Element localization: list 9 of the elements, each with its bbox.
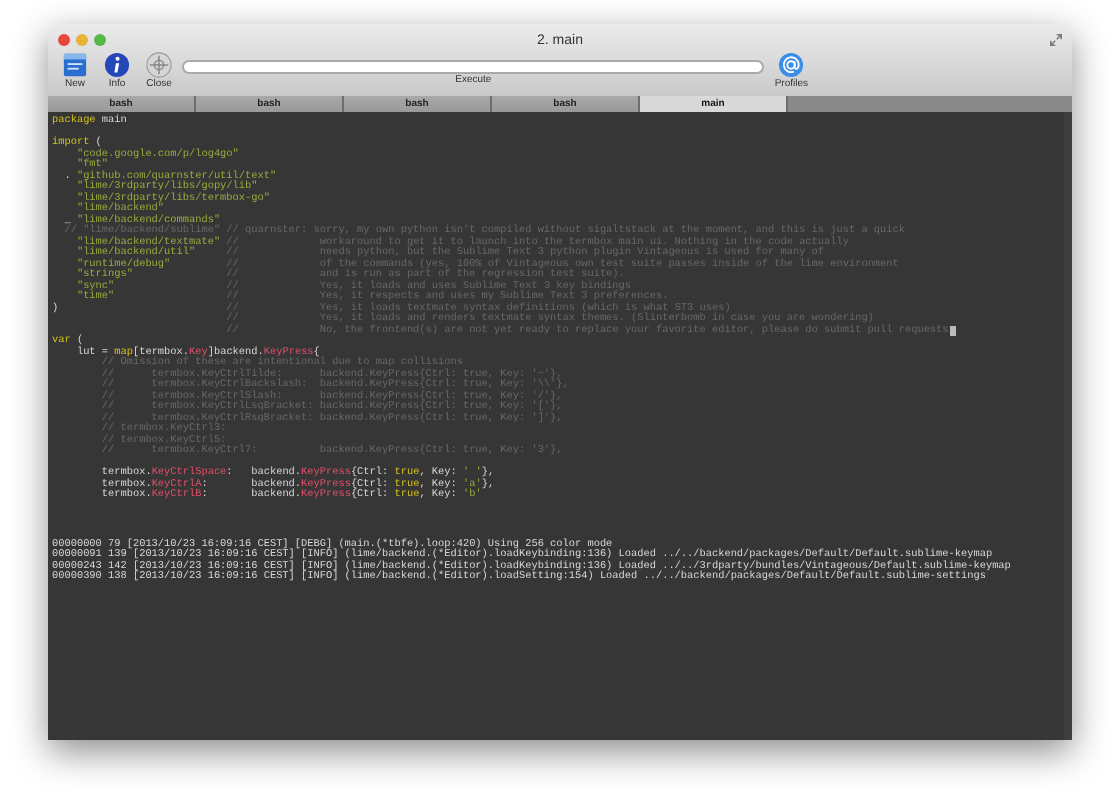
close-window-icon[interactable] [58,34,70,46]
command-field[interactable] [182,60,765,74]
scrollbar[interactable] [1064,112,1072,740]
fullscreen-icon[interactable] [1050,34,1062,46]
at-sign-icon [778,52,805,78]
zoom-window-icon[interactable] [94,34,106,46]
minimize-window-icon[interactable] [76,34,88,46]
info-icon [104,52,130,78]
window-icon [62,52,88,78]
